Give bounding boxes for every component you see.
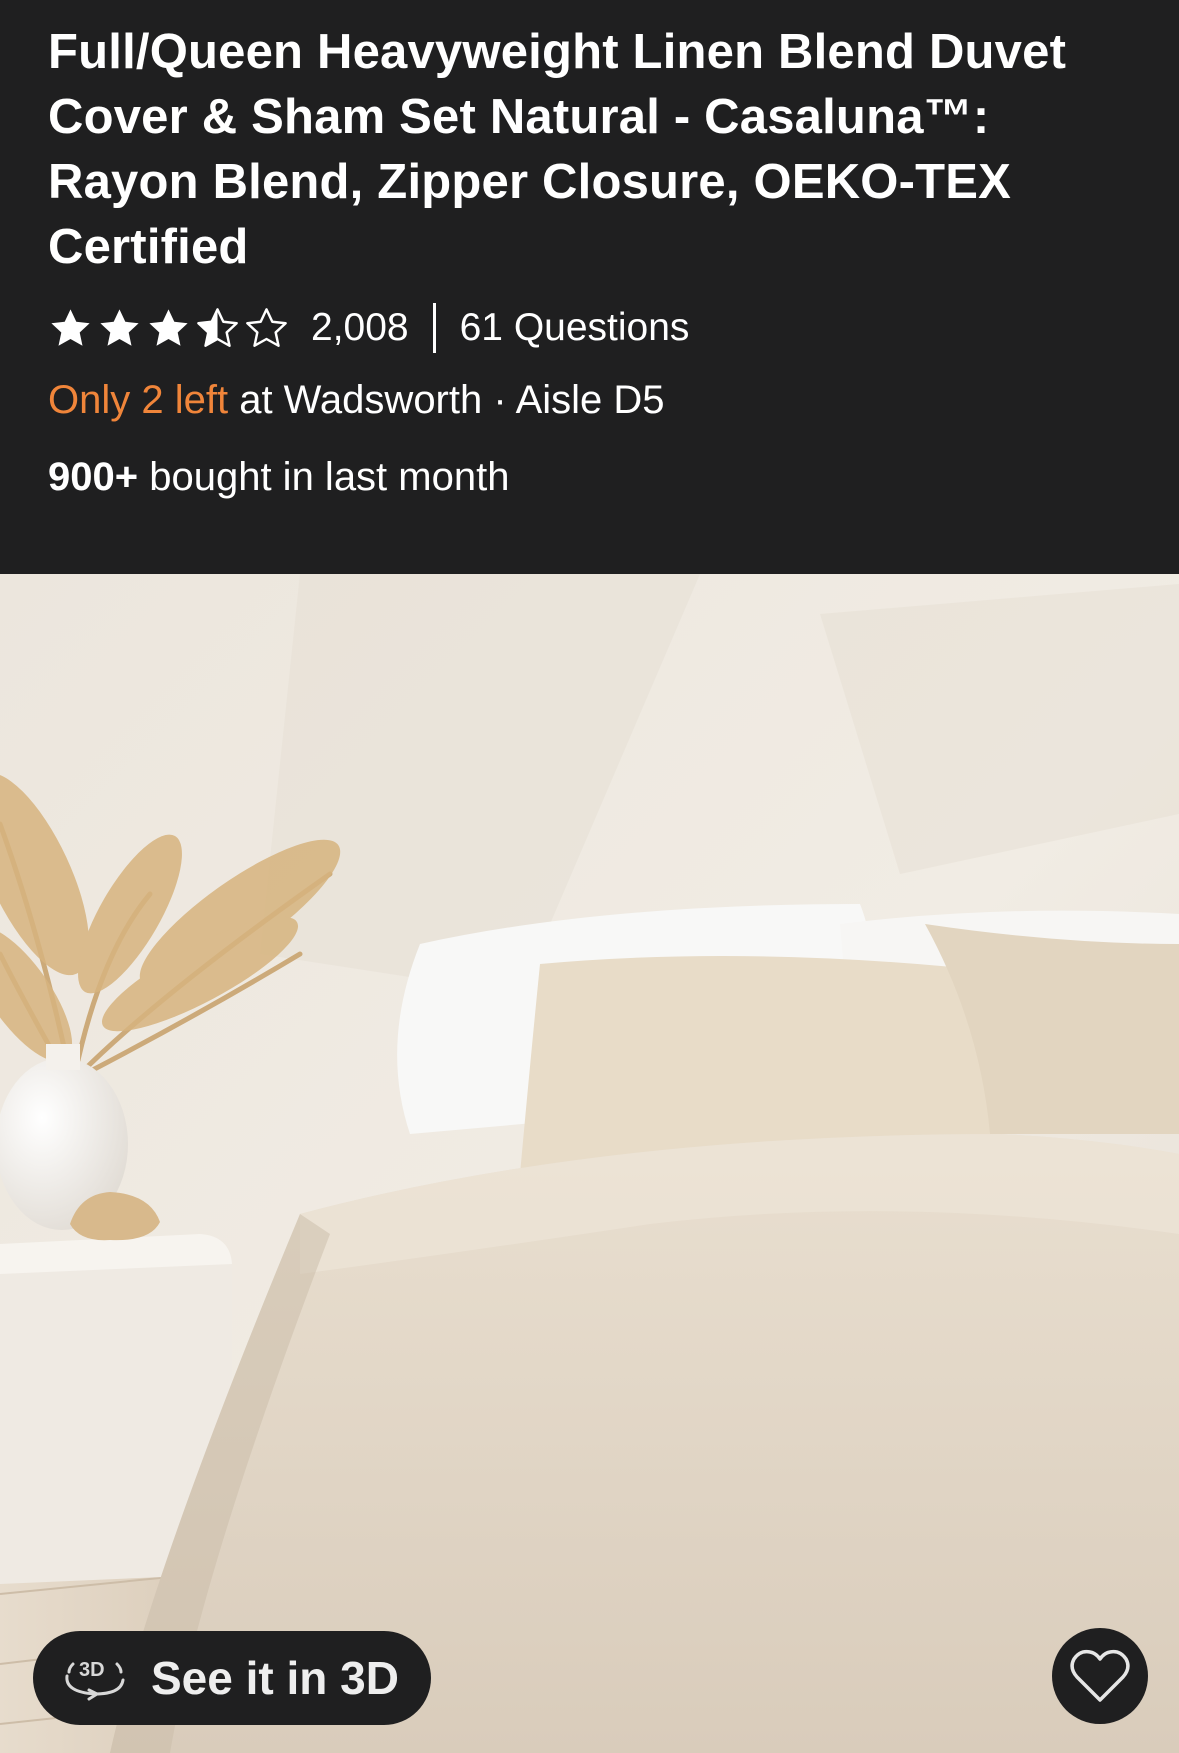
star-filled-icon xyxy=(149,308,188,346)
see-in-3d-button[interactable]: 3D See it in 3D xyxy=(33,1631,431,1725)
purchase-count-number: 900+ xyxy=(48,455,139,499)
star-half-icon xyxy=(197,307,238,347)
rating-row[interactable]: 2,008 61 Questions xyxy=(48,300,689,356)
svg-text:3D: 3D xyxy=(79,1659,105,1681)
product-detail-page: Full/Queen Heavyweight Linen Blend Duvet… xyxy=(0,0,1179,1753)
star-filled-icon xyxy=(100,308,139,346)
low-stock-text: Only 2 left xyxy=(48,378,229,422)
heart-outline-icon xyxy=(1070,1649,1130,1702)
product-title: Full/Queen Heavyweight Linen Blend Duvet… xyxy=(48,25,1067,274)
star-rating[interactable] xyxy=(48,306,289,351)
purchase-count: 900+ bought in last month xyxy=(48,449,509,505)
purchase-count-text: bought in last month xyxy=(138,455,510,499)
review-count-link[interactable]: 2,008 xyxy=(311,306,409,350)
store-availability[interactable]: Only 2 left at Wadsworth · Aisle D5 xyxy=(48,372,665,428)
product-header: Full/Queen Heavyweight Linen Blend Duvet… xyxy=(0,0,1179,574)
star-filled-icon xyxy=(51,308,90,346)
product-image[interactable] xyxy=(0,574,1179,1753)
store-location-text: at Wadsworth · Aisle D5 xyxy=(228,378,665,422)
rating-divider xyxy=(432,303,436,353)
3d-rotate-icon: 3D xyxy=(65,1659,125,1701)
see-in-3d-label: See it in 3D xyxy=(151,1652,399,1704)
questions-link[interactable]: 61 Questions xyxy=(460,306,690,350)
bedding-photo xyxy=(0,574,1179,1753)
favorite-button[interactable] xyxy=(1052,1628,1148,1724)
star-empty-icon xyxy=(246,307,287,347)
